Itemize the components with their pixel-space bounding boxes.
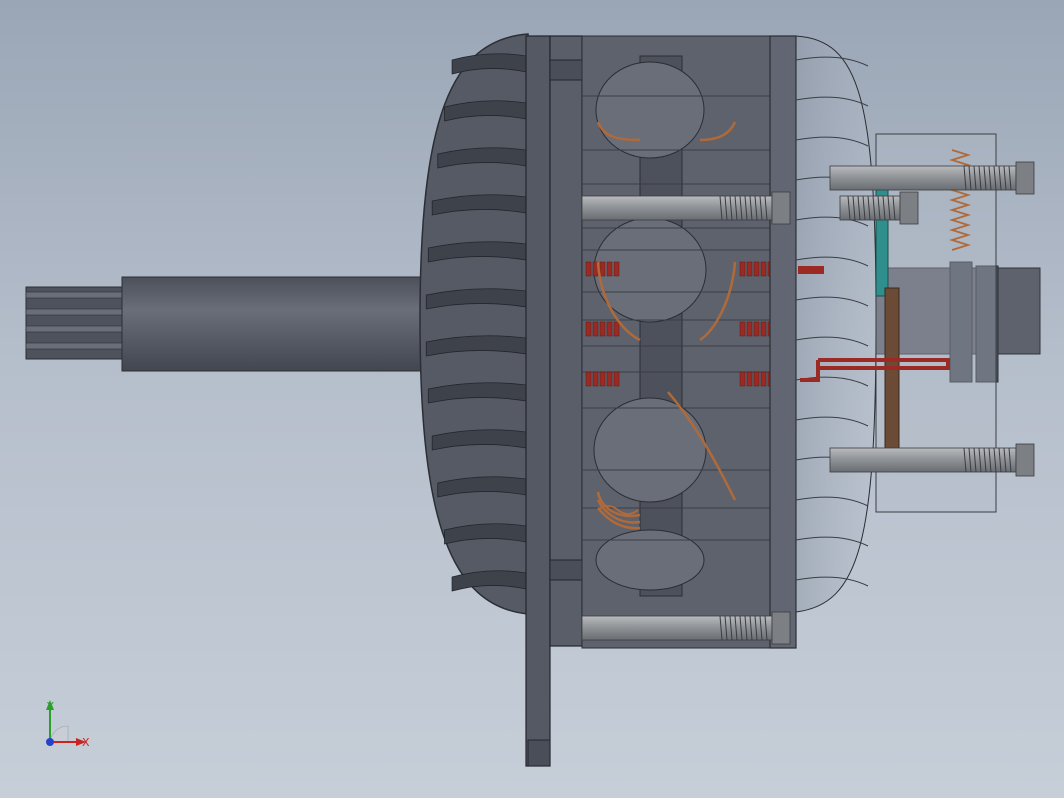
front-fan-housing[interactable] <box>419 33 529 615</box>
spline-tooth <box>25 325 125 333</box>
winding-slot <box>592 321 599 337</box>
cad-viewport[interactable]: Y X <box>0 0 1064 798</box>
coordinate-triad: Y X <box>46 700 90 749</box>
winding-slot <box>592 371 599 387</box>
bolt-head <box>1015 161 1035 195</box>
winding-slot <box>739 371 746 387</box>
through-bolt[interactable] <box>581 191 791 225</box>
winding-slot <box>753 321 760 337</box>
winding-slot <box>739 261 746 277</box>
winding-slot <box>599 371 606 387</box>
bolt-head <box>1015 443 1035 477</box>
winding-slot <box>585 261 592 277</box>
rotor-core[interactable] <box>581 35 773 649</box>
main-shaft[interactable] <box>121 276 433 372</box>
spline-tooth <box>25 308 125 316</box>
through-bolt[interactable] <box>829 161 1035 195</box>
winding-slot <box>606 321 613 337</box>
winding-slot <box>760 321 767 337</box>
winding-slot <box>613 321 620 337</box>
bolt-head <box>771 611 791 645</box>
winding-slot <box>746 321 753 337</box>
winding-slot <box>599 261 606 277</box>
winding-slot <box>746 371 753 387</box>
spline-tooth <box>25 291 125 299</box>
y-axis-label: Y <box>46 700 54 713</box>
z-axis-origin <box>46 738 54 746</box>
winding-slot <box>753 261 760 277</box>
bolt-head <box>771 191 791 225</box>
x-axis-label: X <box>82 736 90 749</box>
winding-slot <box>760 371 767 387</box>
winding-slot <box>753 371 760 387</box>
winding-slot <box>585 321 592 337</box>
winding-slot <box>739 321 746 337</box>
winding-slot <box>606 261 613 277</box>
alternator-assembly-model[interactable] <box>0 0 1064 798</box>
front-bracket[interactable] <box>525 35 583 767</box>
winding-slot <box>585 371 592 387</box>
through-bolt[interactable] <box>581 611 791 645</box>
spline-tooth <box>25 342 125 350</box>
winding-slot <box>760 261 767 277</box>
winding-slot <box>613 371 620 387</box>
through-bolt[interactable] <box>829 443 1035 477</box>
rear-housing-transparent[interactable] <box>795 35 877 613</box>
winding-slot <box>613 261 620 277</box>
winding-slot <box>599 321 606 337</box>
winding-slot <box>746 261 753 277</box>
stator-ring[interactable] <box>769 35 797 649</box>
winding-slot <box>606 371 613 387</box>
bolt-head <box>899 191 919 225</box>
splined-shaft-end[interactable] <box>25 286 125 360</box>
through-bolt[interactable] <box>839 191 919 225</box>
